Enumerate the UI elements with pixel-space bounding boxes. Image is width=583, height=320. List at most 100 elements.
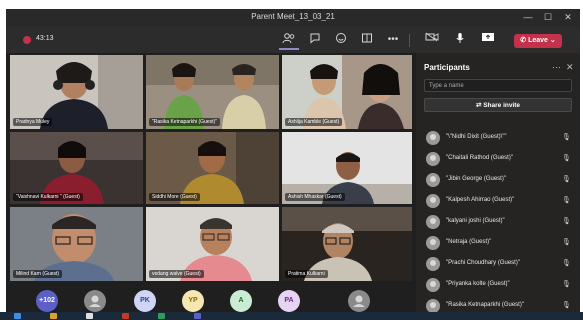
participant-avatar[interactable]: PK	[134, 290, 156, 312]
avatar	[426, 173, 440, 187]
participant-avatar[interactable]	[84, 290, 106, 312]
participant-name: "Vaishnavi Kulkarni " (Guest)	[13, 193, 83, 201]
participant-name: Pradnya Muley	[13, 118, 53, 126]
close-window-button[interactable]: ✕	[559, 11, 577, 24]
toolbar-divider	[409, 34, 410, 47]
video-tile[interactable]: vedang walve (Guest)	[146, 207, 279, 281]
avatar	[426, 257, 440, 271]
participant-list-name: "Jibin George (Guest)"	[446, 176, 506, 182]
share-screen-icon	[482, 33, 494, 41]
meeting-toolbar: 43:13 ••• ✆ Leave ⌄	[6, 27, 580, 53]
windows-start-icon[interactable]	[14, 313, 21, 319]
chat-button[interactable]	[305, 32, 325, 48]
mic-icon	[456, 33, 464, 43]
file-explorer-icon[interactable]	[50, 313, 57, 319]
reactions-button[interactable]	[331, 32, 351, 48]
mic-muted-icon: 🎙︎	[562, 302, 571, 309]
list-item[interactable]: "kalyani joshi (Guest)" 🎙︎	[424, 213, 576, 231]
more-icon: •••	[387, 34, 399, 45]
avatar	[426, 194, 440, 208]
recording-icon	[23, 36, 31, 44]
os-taskbar	[0, 312, 583, 320]
panel-title: Participants	[424, 63, 470, 72]
video-tile[interactable]: "Rasika Ketnaparkhi (Guest)"	[146, 55, 279, 129]
participant-name: Ashlija Kamble (Guest)	[285, 118, 343, 126]
meeting-timer: 43:13	[36, 35, 54, 42]
more-actions-button[interactable]: •••	[383, 32, 403, 48]
participant-list-name: "Netraja (Guest)"	[446, 239, 492, 245]
participant-list-name: "Rasika Ketnaparkhi (Guest)"	[446, 302, 524, 308]
people-icon	[282, 33, 295, 44]
participant-avatar[interactable]: YP	[182, 290, 204, 312]
participant-avatar[interactable]	[348, 290, 370, 312]
title-bar: Parent Meet_13_03_21 — ☐ ✕	[6, 9, 580, 27]
chevron-down-icon: ⌄	[549, 37, 556, 44]
mic-muted-icon: 🎙︎	[562, 239, 571, 246]
list-item[interactable]: "\"Nidhi Dixit (Guest)\"" 🎙︎	[424, 129, 576, 147]
participant-name: Siddhi More (Guest)	[149, 193, 200, 201]
video-tile[interactable]: Siddhi More (Guest)	[146, 132, 279, 204]
person-icon	[89, 295, 101, 307]
avatar	[426, 131, 440, 145]
search-participants-input[interactable]: Type a name	[424, 79, 572, 92]
chrome-icon[interactable]	[86, 313, 93, 319]
camera-icon	[425, 32, 439, 42]
participant-list-name: "Kalpesh Ahirrao (Guest)"	[446, 197, 515, 203]
participant-list-name: "Prachi Choudhary (Guest)"	[446, 260, 520, 266]
minimize-button[interactable]: —	[519, 11, 537, 24]
mic-muted-icon: 🎙︎	[562, 176, 571, 183]
leave-label: Leave	[528, 37, 548, 44]
people-button[interactable]	[279, 32, 299, 50]
excel-icon[interactable]	[158, 313, 165, 319]
participant-list-name: "kalyani joshi (Guest)"	[446, 218, 505, 224]
participant-name: Pratima Kulkarni	[285, 270, 328, 278]
chat-icon	[310, 33, 320, 44]
avatar	[426, 152, 440, 166]
participant-name: vedang walve (Guest)	[149, 270, 204, 278]
more-options-icon[interactable]: ⋯	[552, 62, 561, 73]
reactions-icon	[336, 33, 346, 43]
avatar	[426, 299, 440, 313]
list-item[interactable]: "Prachi Choudhary (Guest)" 🎙︎	[424, 255, 576, 273]
participant-list-name: "\"Nidhi Dixit (Guest)\""	[446, 134, 507, 140]
avatar	[426, 215, 440, 229]
mic-muted-icon: 🎙︎	[562, 134, 571, 141]
participant-name: Ashish Mhaskar (Guest)	[285, 193, 345, 201]
person-icon	[353, 295, 365, 307]
participant-avatar[interactable]: A	[230, 290, 252, 312]
avatar	[426, 236, 440, 250]
mic-muted-icon: 🎙︎	[562, 260, 571, 267]
rooms-button[interactable]	[357, 32, 377, 48]
participant-name: Milind Karn (Guest)	[13, 270, 63, 278]
rooms-icon	[362, 33, 372, 43]
mic-button[interactable]	[450, 32, 470, 48]
participant-list-name: "Priyanka kolte (Guest)"	[446, 281, 510, 287]
video-tile[interactable]: Ashlija Kamble (Guest)	[282, 55, 412, 129]
list-item[interactable]: "Kalpesh Ahirrao (Guest)" 🎙︎	[424, 192, 576, 210]
maximize-button[interactable]: ☐	[539, 11, 557, 24]
teams-icon[interactable]	[194, 313, 201, 319]
close-icon[interactable]: ✕	[566, 62, 574, 73]
more-participants-button[interactable]: +102	[36, 290, 58, 312]
video-tile[interactable]: Pradnya Muley	[10, 55, 143, 129]
list-item[interactable]: "Netraja (Guest)" 🎙︎	[424, 234, 576, 252]
list-item[interactable]: "Chaitali Rathod (Guest)" 🎙︎	[424, 150, 576, 168]
video-tile[interactable]: Ashish Mhaskar (Guest)	[282, 132, 412, 204]
participant-list-name: "Chaitali Rathod (Guest)"	[446, 155, 513, 161]
video-tile[interactable]: Milind Karn (Guest)	[10, 207, 143, 281]
office-icon[interactable]	[122, 313, 129, 319]
video-grid: Pradnya Muley "Rasika Ketnaparkhi (Guest…	[10, 55, 412, 281]
mic-muted-icon: 🎙︎	[562, 155, 571, 162]
mic-muted-icon: 🎙︎	[562, 197, 571, 204]
list-item[interactable]: "Jibin George (Guest)" 🎙︎	[424, 171, 576, 189]
leave-button[interactable]: ✆ Leave ⌄	[514, 34, 562, 48]
participant-avatar[interactable]: PA	[278, 290, 300, 312]
list-item[interactable]: "Priyanka kolte (Guest)" 🎙︎	[424, 276, 576, 294]
share-invite-button[interactable]: ⇄ Share invite	[424, 98, 572, 112]
share-screen-button[interactable]	[478, 32, 498, 48]
video-tile[interactable]: Pratima Kulkarni	[282, 207, 412, 281]
video-tile[interactable]: "Vaishnavi Kulkarni " (Guest)	[10, 132, 143, 204]
camera-button[interactable]	[422, 32, 442, 48]
mic-muted-icon: 🎙︎	[562, 281, 571, 288]
meeting-title: Parent Meet_13_03_21	[251, 12, 335, 21]
